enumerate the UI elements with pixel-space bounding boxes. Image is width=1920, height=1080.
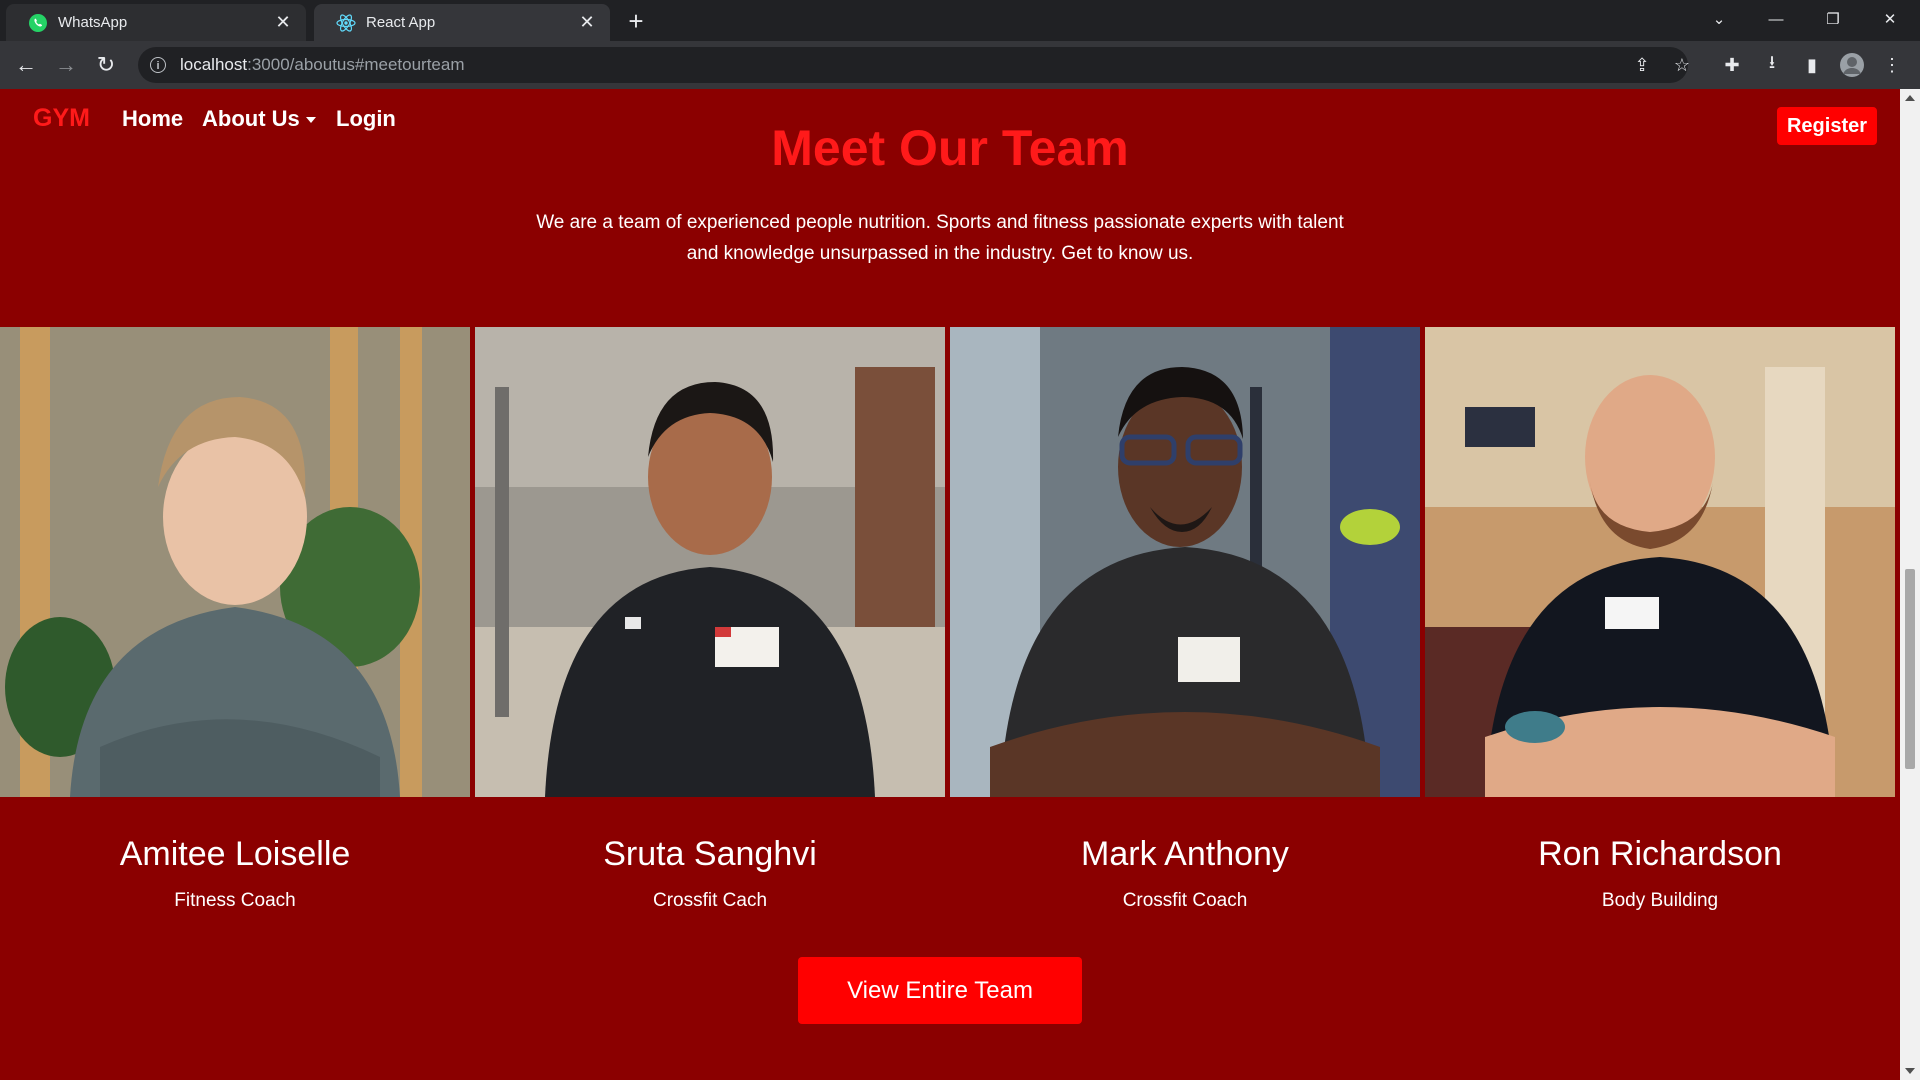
member-role: Body Building <box>1601 890 1719 911</box>
member-role: Crossfit Coach <box>1122 890 1248 911</box>
member-role: Fitness Coach <box>174 890 296 911</box>
url-host: localhost <box>180 55 248 74</box>
team-card: Amitee Loiselle Fitness Coach <box>0 327 475 911</box>
browser-tab-strip: WhatsApp ✕ React App ✕ + ⌄ — ❐ ✕ <box>0 0 1920 41</box>
intro-line: We are a team of experienced people nutr… <box>536 212 1344 233</box>
intro-line: and knowledge unsurpassed in the industr… <box>686 243 1194 264</box>
close-tab-icon[interactable]: ✕ <box>274 12 292 33</box>
tab-whatsapp[interactable]: WhatsApp ✕ <box>6 4 306 41</box>
member-name: Ron Richardson <box>1538 835 1782 873</box>
tab-search-chevron-icon[interactable]: ⌄ <box>1694 0 1744 38</box>
profile-avatar-icon[interactable] <box>1836 49 1868 81</box>
scroll-down-arrow-icon[interactable] <box>1905 1068 1915 1074</box>
whatsapp-icon <box>29 13 47 32</box>
side-panel-icon[interactable]: ▮ <box>1796 49 1828 81</box>
scroll-up-arrow-icon[interactable] <box>1905 95 1915 101</box>
team-member-photo <box>0 327 470 797</box>
scrollbar-thumb[interactable] <box>1905 569 1915 769</box>
forward-icon[interactable]: → <box>50 49 82 81</box>
minimize-icon[interactable]: — <box>1751 0 1801 38</box>
team-card: Ron Richardson Body Building <box>1425 327 1900 911</box>
member-name: Mark Anthony <box>1081 835 1289 873</box>
page-scrollbar[interactable] <box>1900 89 1920 1080</box>
new-tab-icon[interactable]: + <box>622 8 650 36</box>
section-title: Meet Our Team <box>771 120 1129 176</box>
react-icon <box>336 13 356 32</box>
share-icon[interactable]: ⇪ <box>1626 49 1658 81</box>
back-icon[interactable]: ← <box>10 49 42 81</box>
reload-icon[interactable]: ↻ <box>90 49 122 81</box>
menu-kebab-icon[interactable]: ⋮ <box>1876 49 1908 81</box>
team-member-photo <box>1425 327 1895 797</box>
team-member-photo <box>475 327 945 797</box>
close-window-icon[interactable]: ✕ <box>1865 0 1915 38</box>
restore-icon[interactable]: ❐ <box>1808 0 1858 38</box>
close-tab-icon[interactable]: ✕ <box>578 12 596 33</box>
member-name: Amitee Loiselle <box>119 835 351 873</box>
page-viewport: GYM Home About Us Login Register Meet Ou… <box>0 89 1900 1080</box>
team-member-photo <box>950 327 1420 797</box>
download-icon[interactable]: ⭳ <box>1756 49 1788 81</box>
address-toolbar: ← → ↻ i localhost:3000/aboutus#meetourte… <box>0 41 1920 89</box>
member-role: Crossfit Cach <box>652 890 768 911</box>
url-text[interactable]: localhost:3000/aboutus#meetourteam <box>180 55 464 75</box>
team-grid: Amitee Loiselle Fitness Coach Sruta Sang… <box>0 327 1900 911</box>
site-info-icon[interactable]: i <box>150 57 166 73</box>
team-card: Sruta Sanghvi Crossfit Cach <box>475 327 950 911</box>
bookmark-star-icon[interactable]: ☆ <box>1666 49 1698 81</box>
team-card: Mark Anthony Crossfit Coach <box>950 327 1425 911</box>
view-entire-team-button[interactable]: View Entire Team <box>798 957 1082 1024</box>
tab-title: WhatsApp <box>58 14 128 31</box>
section-intro: We are a team of experienced people nutr… <box>490 207 1390 269</box>
tab-title: React App <box>366 14 436 31</box>
url-path: :3000/aboutus#meetourteam <box>247 55 465 74</box>
extensions-icon[interactable]: ✚ <box>1716 49 1748 81</box>
tab-react-app[interactable]: React App ✕ <box>314 4 610 41</box>
address-bar[interactable]: i localhost:3000/aboutus#meetourteam <box>138 47 1688 83</box>
member-name: Sruta Sanghvi <box>603 835 817 873</box>
